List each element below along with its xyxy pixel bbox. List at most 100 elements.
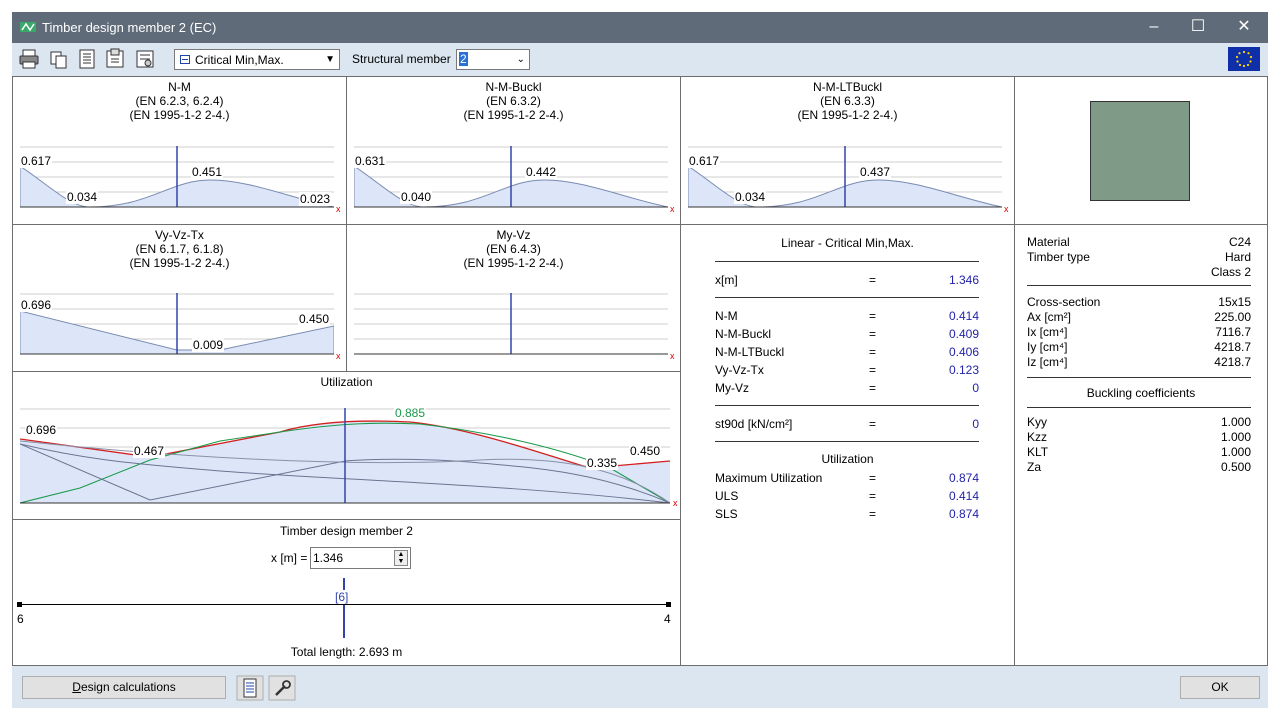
- result-label: My-Vz: [715, 381, 749, 395]
- nm-buckl-ref1: (EN 6.3.2): [486, 94, 541, 108]
- result-eq: =: [869, 381, 877, 395]
- vyvztx-x-axis-label: x: [336, 351, 341, 361]
- nm-label-min: 0.034: [66, 190, 99, 204]
- nm-title: N-M: [168, 80, 191, 94]
- nm-ltbuckl-ref2: (EN 1995-1-2 2-4.): [797, 108, 898, 122]
- settings-icon[interactable]: [134, 48, 156, 70]
- prop-value: 1.000: [1220, 415, 1251, 429]
- divider: [715, 261, 979, 262]
- report-icon[interactable]: [76, 48, 98, 70]
- result-row: N-M = 0.414: [715, 309, 979, 327]
- result-value: 0.406: [948, 345, 979, 359]
- total-length: Total length: 2.693 m: [290, 645, 403, 659]
- vyvztx-panel: Vy-Vz-Tx (EN 6.1.7, 6.1.8) (EN 1995-1-2 …: [12, 224, 347, 372]
- nm-buckl-title: N-M-Buckl: [485, 80, 542, 94]
- util-label-max: 0.885: [394, 406, 427, 420]
- window-title: Timber design member 2 (EC): [42, 20, 217, 35]
- nm-buckl-panel: N-M-Buckl (EN 6.3.2) (EN 1995-1-2 2-4.) …: [346, 76, 681, 225]
- ok-label: OK: [1211, 680, 1229, 694]
- result-value: 0: [972, 417, 979, 431]
- x-position-input[interactable]: [313, 550, 391, 566]
- result-value: 0.414: [948, 489, 979, 503]
- result-eq: =: [869, 417, 877, 431]
- copy-icon[interactable]: [48, 48, 70, 70]
- result-value: 0.874: [948, 507, 979, 521]
- result-eq: =: [869, 327, 877, 341]
- result-value: 0.123: [948, 363, 979, 377]
- report-icon[interactable]: [236, 675, 264, 701]
- util-label-467: 0.467: [133, 444, 166, 458]
- prop-row: Iz [cm⁴] 4218.7: [1027, 355, 1251, 371]
- nm-ltbuckl-label-min: 0.034: [734, 190, 767, 204]
- myvz-chart: [354, 293, 668, 355]
- maximize-button[interactable]: ☐: [1178, 16, 1218, 40]
- prop-row: KLT 1.000: [1027, 445, 1251, 461]
- vyvztx-label-end: 0.450: [298, 312, 331, 326]
- member-select-value: 2: [459, 52, 468, 66]
- prop-material: Material C24: [1027, 235, 1251, 251]
- spin-buttons-icon[interactable]: ▲ ▼: [394, 550, 408, 566]
- member-select[interactable]: 2 ⌄: [456, 49, 530, 70]
- node-end-marker: [666, 602, 671, 607]
- node-end-label: 4: [664, 612, 671, 626]
- utilization-title: Utilization: [320, 375, 373, 389]
- nm-ltbuckl-panel: N-M-LTBuckl (EN 6.3.3) (EN 1995-1-2 2-4.…: [680, 76, 1015, 225]
- chevron-down-icon: ⌄: [516, 54, 525, 65]
- result-eq: =: [869, 273, 877, 287]
- export-icon[interactable]: [104, 48, 126, 70]
- design-calculations-button[interactable]: Design calculations: [22, 676, 226, 699]
- section-preview-panel: [1014, 76, 1268, 225]
- prop-value: 4218.7: [1214, 355, 1251, 369]
- divider: [715, 441, 979, 442]
- result-row: N-M-Buckl = 0.409: [715, 327, 979, 345]
- minimize-button[interactable]: –: [1134, 16, 1174, 40]
- toolbar: Critical Min,Max. ▼ Structural member 2 …: [12, 43, 1268, 76]
- result-label: N-M-LTBuckl: [715, 345, 785, 359]
- x-position-stepper[interactable]: ▲▼: [310, 547, 411, 569]
- vyvztx-label-min: 0.009: [192, 338, 225, 352]
- position-marker-line[interactable]: [343, 578, 345, 638]
- result-row-x: x[m] = 1.346: [715, 273, 979, 291]
- close-button[interactable]: ✕: [1224, 16, 1264, 40]
- vyvztx-label-start: 0.696: [20, 298, 53, 312]
- util-label-end: 0.450: [629, 444, 662, 458]
- myvz-panel: My-Vz (EN 6.4.3) (EN 1995-1-2 2-4.) x: [346, 224, 681, 372]
- nm-buckl-x-axis-label: x: [670, 204, 675, 214]
- nm-x-axis-label: x: [336, 204, 341, 214]
- result-label: st90d [kN/cm²]: [715, 417, 793, 431]
- result-value: 0.414: [948, 309, 979, 323]
- eu-flag-icon: [1228, 47, 1260, 71]
- result-row: My-Vz = 0: [715, 381, 979, 399]
- prop-value: Class 2: [1210, 265, 1251, 279]
- nm-ref2: (EN 1995-1-2 2-4.): [129, 108, 230, 122]
- prop-label: Kyy: [1027, 415, 1048, 429]
- printer-icon[interactable]: [18, 48, 40, 70]
- nm-ltbuckl-label-start: 0.617: [688, 154, 721, 168]
- node-start-label: 6: [17, 612, 24, 626]
- result-eq: =: [869, 345, 877, 359]
- util-label-start: 0.696: [25, 423, 58, 437]
- wrench-icon[interactable]: [268, 675, 296, 701]
- mode-select[interactable]: Critical Min,Max. ▼: [174, 49, 340, 70]
- buckling-title: Buckling coefficients: [1086, 386, 1196, 400]
- result-value: 0.409: [948, 327, 979, 341]
- util-row: ULS = 0.414: [715, 489, 979, 507]
- ok-button[interactable]: OK: [1180, 676, 1260, 699]
- nm-buckl-label-max: 0.442: [525, 165, 558, 179]
- myvz-x-axis-label: x: [670, 351, 675, 361]
- result-value: 0.874: [948, 471, 979, 485]
- prop-class: Class 2: [1027, 265, 1251, 281]
- result-label: N-M-Buckl: [715, 327, 771, 341]
- nm-buckl-ref2: (EN 1995-1-2 2-4.): [463, 108, 564, 122]
- result-eq: =: [869, 507, 877, 521]
- results-panel: Linear - Critical Min,Max. x[m] = 1.346 …: [680, 224, 1015, 666]
- result-row: N-M-LTBuckl = 0.406: [715, 345, 979, 363]
- nm-buckl-label-min: 0.040: [400, 190, 433, 204]
- vyvztx-chart: [20, 293, 334, 355]
- result-value: 1.346: [948, 273, 979, 287]
- result-eq: =: [869, 489, 877, 503]
- divider: [1027, 407, 1251, 408]
- nm-ltbuckl-title: N-M-LTBuckl: [812, 80, 883, 94]
- structural-member-label: Structural member: [352, 52, 451, 66]
- divider: [1027, 285, 1251, 286]
